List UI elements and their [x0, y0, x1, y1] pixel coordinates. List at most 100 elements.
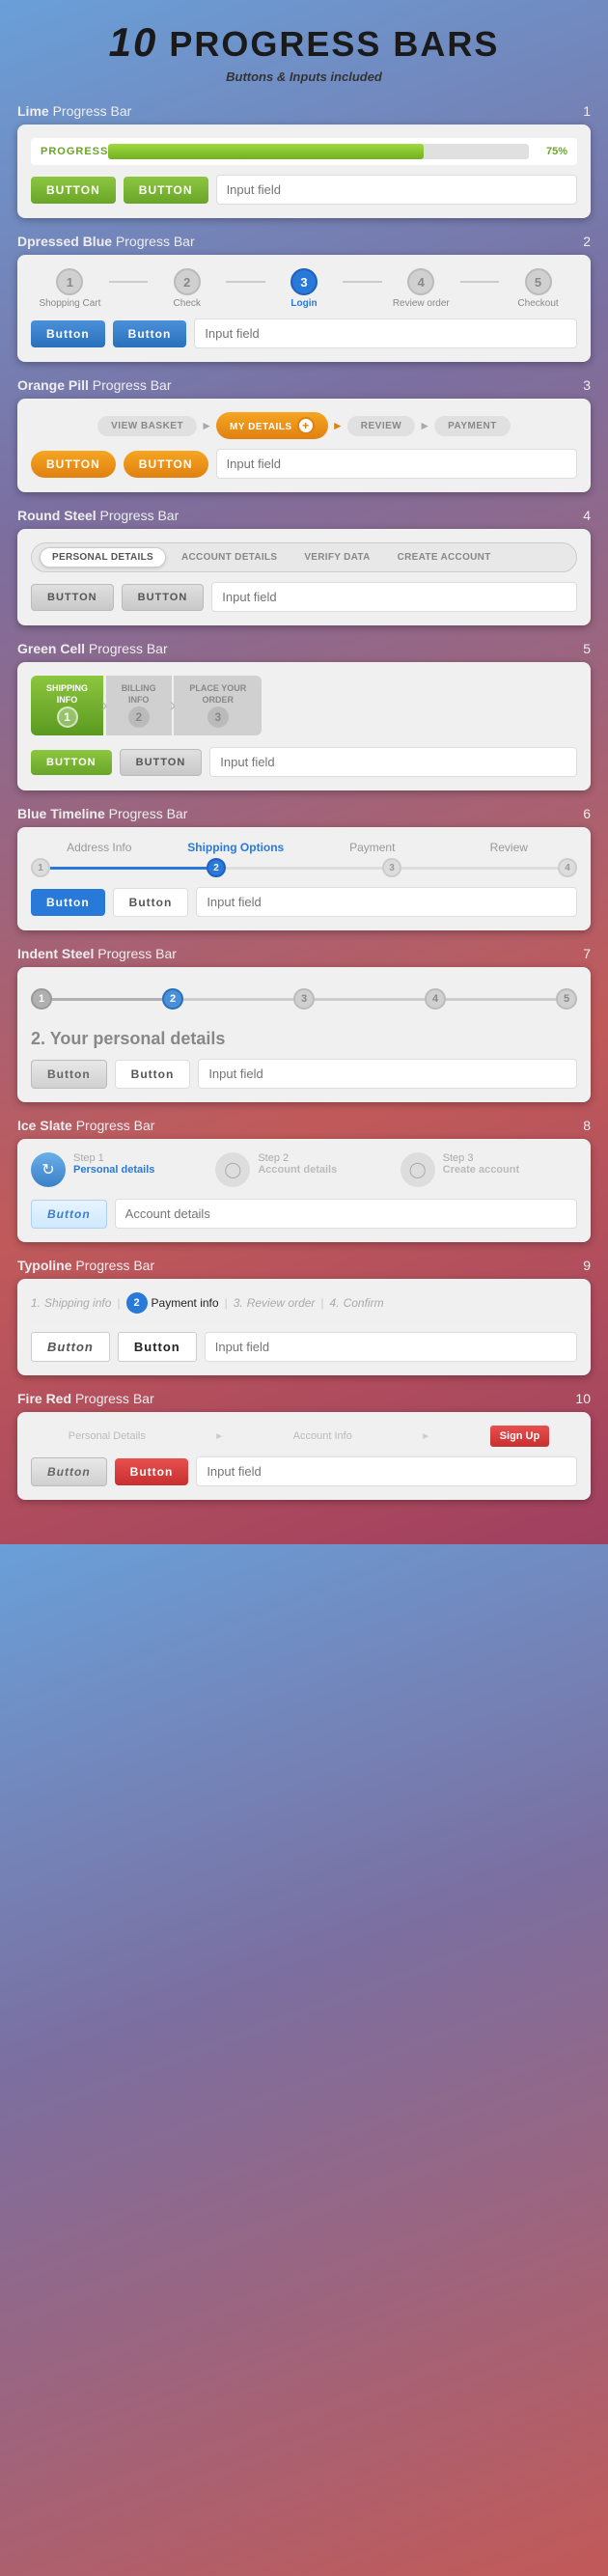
typo-step-num-4: 4. — [330, 1296, 340, 1310]
typo-btn2[interactable]: Button — [118, 1332, 197, 1362]
dpressed-circle-4: 4 — [407, 268, 434, 295]
orange-input[interactable] — [216, 449, 577, 479]
fire-btn-row: Button Button — [31, 1456, 577, 1486]
cell-step-1: SHIPPING INFO 1 — [31, 676, 103, 735]
typo-step-num-3: 3. — [234, 1296, 243, 1310]
indent-dot-5: 5 — [556, 988, 577, 1010]
timeline-line-2 — [226, 867, 382, 870]
cell-step-num-2: 2 — [128, 706, 150, 728]
ice-step-label-2: Account details — [258, 1164, 337, 1176]
section-2-card: 1 Shopping Cart 2 Check 3 Login 4 Review… — [17, 255, 591, 362]
orange-btn1[interactable]: BUTTON — [31, 451, 116, 478]
section-8-header: Ice Slate Progress Bar — [17, 1118, 591, 1133]
fire-btn1[interactable]: Button — [31, 1457, 107, 1486]
indent-track: 1 2 3 4 5 — [31, 981, 577, 1017]
cell-input[interactable] — [209, 747, 577, 777]
timeline-btn1[interactable]: Button — [31, 889, 105, 916]
cell-step-num-1: 1 — [57, 706, 78, 728]
lime-btn1[interactable]: BUTTON — [31, 177, 116, 204]
dpressed-label-4: Review order — [393, 298, 450, 309]
timeline-tab-3: Payment — [304, 841, 441, 854]
indent-line-4 — [446, 998, 556, 1001]
section-5-label-strong: Green Cell — [17, 641, 85, 656]
indent-dot-4: 4 — [425, 988, 446, 1010]
timeline-line-1 — [50, 867, 207, 870]
timeline-dot-1: 1 — [31, 858, 50, 877]
orange-btn2[interactable]: BUTTON — [124, 451, 208, 478]
lime-btn2[interactable]: BUTTON — [124, 177, 208, 204]
ice-btn1[interactable]: Button — [31, 1200, 107, 1229]
pill-steps-row: VIEW BASKET ► MY DETAILS + ► REVIEW ► PA… — [31, 412, 577, 439]
dpressed-label-1: Shopping Cart — [39, 298, 100, 309]
dpressed-step-4: 4 Review order — [382, 268, 460, 309]
cell-btn1[interactable]: BUTTON — [31, 750, 112, 775]
timeline-btn2[interactable]: Button — [113, 888, 189, 917]
ice-icon-2: ◯ — [215, 1152, 250, 1187]
steel-btn1[interactable]: BUTTON — [31, 584, 114, 611]
steel-input[interactable] — [211, 582, 577, 612]
ice-step-num-3: Step 3 — [443, 1152, 519, 1164]
section-8: Ice Slate Progress Bar 8 ↻ Step 1 Person… — [17, 1118, 591, 1242]
ice-icon-3: ◯ — [401, 1152, 435, 1187]
lime-pct: 75% — [539, 146, 567, 157]
dpressed-circle-5: 5 — [525, 268, 552, 295]
dpressed-input[interactable] — [194, 319, 577, 348]
fire-btn2[interactable]: Button — [115, 1458, 189, 1485]
cell-arrow-1: › — [101, 695, 108, 717]
section-10-number: 10 — [575, 1391, 591, 1406]
indent-subtitle: 2. Your personal details — [31, 1029, 577, 1049]
section-7-header: Indent Steel Progress Bar — [17, 946, 591, 961]
section-1-label-strong: Lime — [17, 103, 49, 119]
typo-steps-row: 1. Shipping info | 2 Payment info | 3. R… — [31, 1292, 577, 1322]
fire-step-2: Account Info — [284, 1426, 362, 1447]
typo-step-label-2: Payment info — [152, 1296, 219, 1310]
cell-step-label-2b: INFO — [128, 695, 150, 705]
cell-btn-row: BUTTON BUTTON — [31, 747, 577, 777]
indent-input[interactable] — [198, 1059, 577, 1089]
ice-icon-1: ↻ — [31, 1152, 66, 1187]
steel-steps-row: PERSONAL DETAILS ACCOUNT DETAILS VERIFY … — [31, 542, 577, 572]
fire-input[interactable] — [196, 1456, 577, 1486]
typo-input[interactable] — [205, 1332, 577, 1362]
orange-btn-row: BUTTON BUTTON — [31, 449, 577, 479]
ice-steps-row: ↻ Step 1 Personal details ◯ Step 2 Accou… — [31, 1152, 577, 1187]
steel-step-2: ACCOUNT DETAILS — [170, 548, 289, 567]
ice-step-label-3: Create account — [443, 1164, 519, 1176]
title-number: 10 — [109, 19, 158, 65]
indent-btn2[interactable]: Button — [115, 1060, 191, 1089]
section-2-label-strong: Dpressed Blue — [17, 234, 112, 249]
pill-step-1: VIEW BASKET — [97, 416, 197, 436]
lime-fill — [108, 144, 424, 159]
ice-btn-row: Button — [31, 1199, 577, 1229]
indent-btn1[interactable]: Button — [31, 1060, 107, 1089]
section-6-number: 6 — [583, 806, 591, 821]
section-3-label-strong: Orange Pill — [17, 377, 89, 393]
section-2-header: Dpressed Blue Progress Bar — [17, 234, 591, 249]
ice-input[interactable] — [115, 1199, 577, 1229]
section-4: Round Steel Progress Bar 4 PERSONAL DETA… — [17, 508, 591, 625]
indent-line-3 — [315, 998, 425, 1001]
section-1: Lime Progress Bar 1 PROGRESS 75% BUTTON … — [17, 103, 591, 218]
cell-step-label-1: SHIPPING — [46, 683, 88, 693]
pill-step-2: MY DETAILS + — [216, 412, 328, 439]
cell-btn2[interactable]: BUTTON — [120, 749, 203, 776]
dpressed-btn2[interactable]: Button — [113, 320, 187, 347]
lime-track — [108, 144, 529, 159]
timeline-btn-row: Button Button — [31, 887, 577, 917]
dpressed-btn1[interactable]: Button — [31, 320, 105, 347]
timeline-input[interactable] — [196, 887, 577, 917]
section-3: Orange Pill Progress Bar 3 VIEW BASKET ►… — [17, 377, 591, 492]
section-3-card: VIEW BASKET ► MY DETAILS + ► REVIEW ► PA… — [17, 399, 591, 492]
section-5: Green Cell Progress Bar 5 SHIPPING INFO … — [17, 641, 591, 790]
typo-btn1[interactable]: Button — [31, 1332, 110, 1362]
steel-btn2[interactable]: BUTTON — [122, 584, 205, 611]
indent-dot-3: 3 — [293, 988, 315, 1010]
section-9-header: Typoline Progress Bar — [17, 1258, 591, 1273]
typo-sep-3: | — [320, 1296, 323, 1310]
lime-input[interactable] — [216, 175, 577, 205]
typo-step-4: 4. Confirm — [330, 1296, 384, 1310]
pill-arrow-3: ► — [419, 419, 430, 432]
cell-step-2: BILLING INFO 2 — [106, 676, 172, 735]
fire-arrow-2: ► — [421, 1431, 430, 1442]
section-9: Typoline Progress Bar 9 1. Shipping info… — [17, 1258, 591, 1375]
